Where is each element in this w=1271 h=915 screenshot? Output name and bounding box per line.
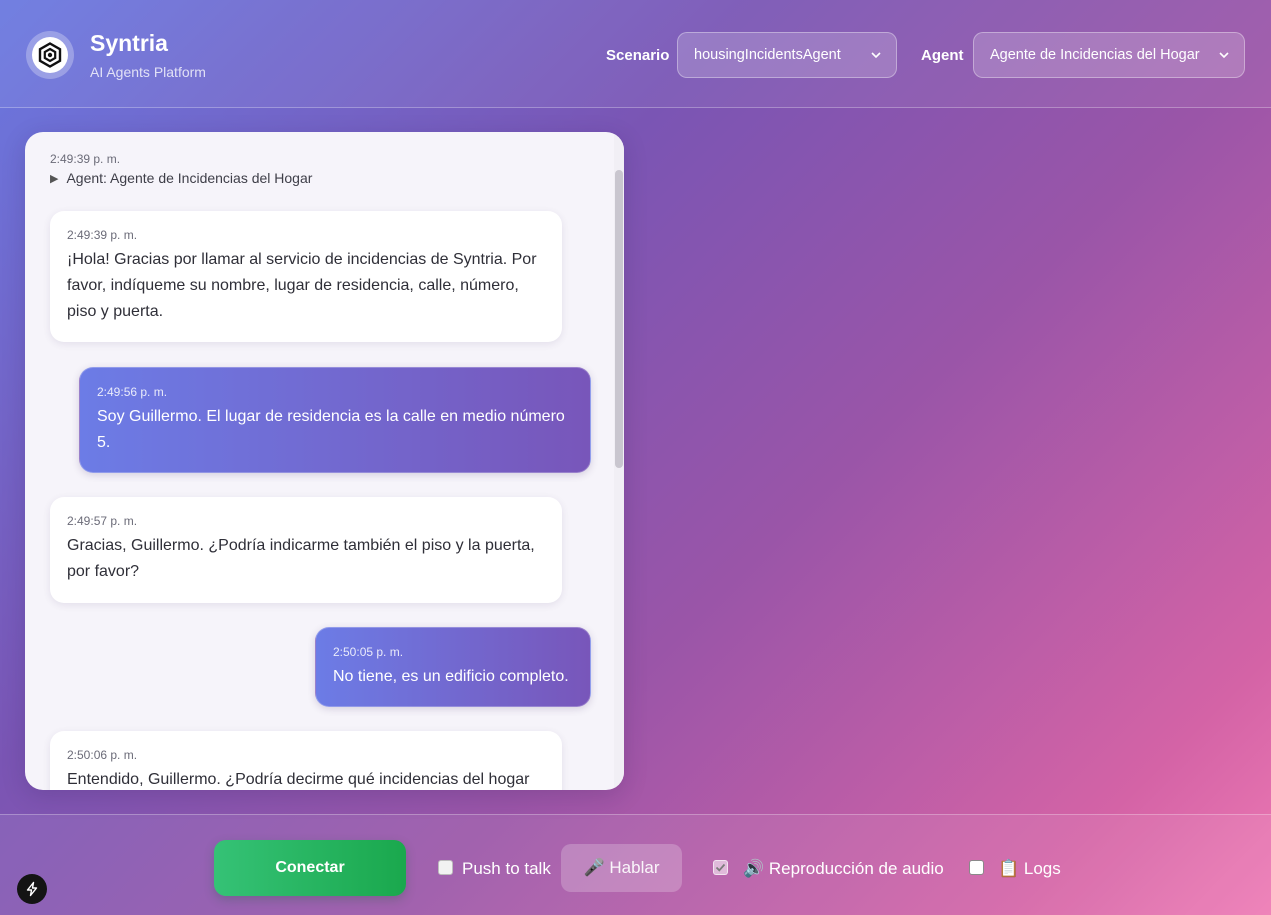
hexagon-logo-icon bbox=[38, 42, 62, 68]
logs-checkbox[interactable] bbox=[969, 860, 984, 875]
scenario-select[interactable]: housingIncidentsAgent bbox=[677, 32, 897, 78]
message-text: No tiene, es un edificio completo. bbox=[333, 668, 569, 685]
message-user: 2:50:05 p. m. No tiene, es un edificio c… bbox=[315, 627, 591, 707]
scenario-select-value: housingIncidentsAgent bbox=[694, 47, 841, 63]
message-agent: 2:49:39 p. m. ¡Hola! Gracias por llamar … bbox=[50, 211, 562, 342]
message-text: ¡Hola! Gracias por llamar al servicio de… bbox=[67, 251, 537, 320]
message-agent: 2:50:06 p. m. Entendido, Guillermo. ¿Pod… bbox=[50, 731, 562, 790]
system-event[interactable]: ▶ Agent: Agente de Incidencias del Hogar bbox=[50, 170, 312, 186]
message-time: 2:50:06 p. m. bbox=[67, 748, 138, 762]
message-time: 2:49:56 p. m. bbox=[97, 385, 168, 399]
message-agent: 2:49:57 p. m. Gracias, Guillermo. ¿Podrí… bbox=[50, 497, 562, 603]
connect-button[interactable]: Conectar bbox=[214, 840, 406, 896]
message-time: 2:50:05 p. m. bbox=[333, 645, 404, 659]
system-event-text: Agent: Agente de Incidencias del Hogar bbox=[66, 170, 313, 186]
system-event-time: 2:49:39 p. m. bbox=[50, 152, 121, 166]
message-time: 2:49:57 p. m. bbox=[67, 514, 138, 528]
audio-playback-label[interactable]: 🔊 Reproducción de audio bbox=[743, 859, 944, 879]
checkmark-icon bbox=[715, 863, 726, 872]
chat-transcript[interactable]: 2:49:39 p. m. ▶ Agent: Agente de Inciden… bbox=[25, 132, 615, 790]
control-bar: Conectar Push to talk 🎤 Hablar 🔊 Reprodu… bbox=[0, 814, 1271, 915]
audio-playback-checkbox[interactable] bbox=[713, 860, 728, 875]
app-title: Syntria bbox=[90, 30, 168, 56]
scenario-label: Scenario bbox=[606, 47, 670, 64]
app-header: Syntria AI Agents Platform Scenario hous… bbox=[0, 0, 1271, 108]
talk-button[interactable]: 🎤 Hablar bbox=[561, 844, 682, 892]
chat-scrollbar[interactable] bbox=[614, 132, 624, 790]
app-subtitle: AI Agents Platform bbox=[90, 64, 206, 80]
message-user: 2:49:56 p. m. Soy Guillermo. El lugar de… bbox=[79, 367, 591, 473]
agent-select-value: Agente de Incidencias del Hogar bbox=[990, 47, 1200, 63]
chevron-down-icon bbox=[1219, 52, 1229, 59]
logs-label[interactable]: 📋 Logs bbox=[998, 859, 1061, 879]
chevron-down-icon bbox=[871, 52, 881, 59]
logo bbox=[26, 31, 74, 79]
agent-select[interactable]: Agente de Incidencias del Hogar bbox=[973, 32, 1245, 78]
message-text: Entendido, Guillermo. ¿Podría decirme qu… bbox=[67, 771, 530, 788]
message-text: Gracias, Guillermo. ¿Podría indicarme ta… bbox=[67, 537, 535, 580]
chat-panel: 2:49:39 p. m. ▶ Agent: Agente de Inciden… bbox=[25, 132, 624, 790]
lightning-bolt-icon[interactable] bbox=[17, 874, 47, 904]
push-to-talk-checkbox[interactable] bbox=[438, 860, 453, 875]
chat-scrollbar-thumb[interactable] bbox=[615, 170, 623, 468]
agent-label: Agent bbox=[921, 47, 964, 64]
message-time: 2:49:39 p. m. bbox=[67, 228, 138, 242]
play-triangle-icon: ▶ bbox=[50, 172, 59, 185]
message-text: Soy Guillermo. El lugar de residencia es… bbox=[97, 408, 565, 451]
push-to-talk-label[interactable]: Push to talk bbox=[462, 859, 551, 879]
